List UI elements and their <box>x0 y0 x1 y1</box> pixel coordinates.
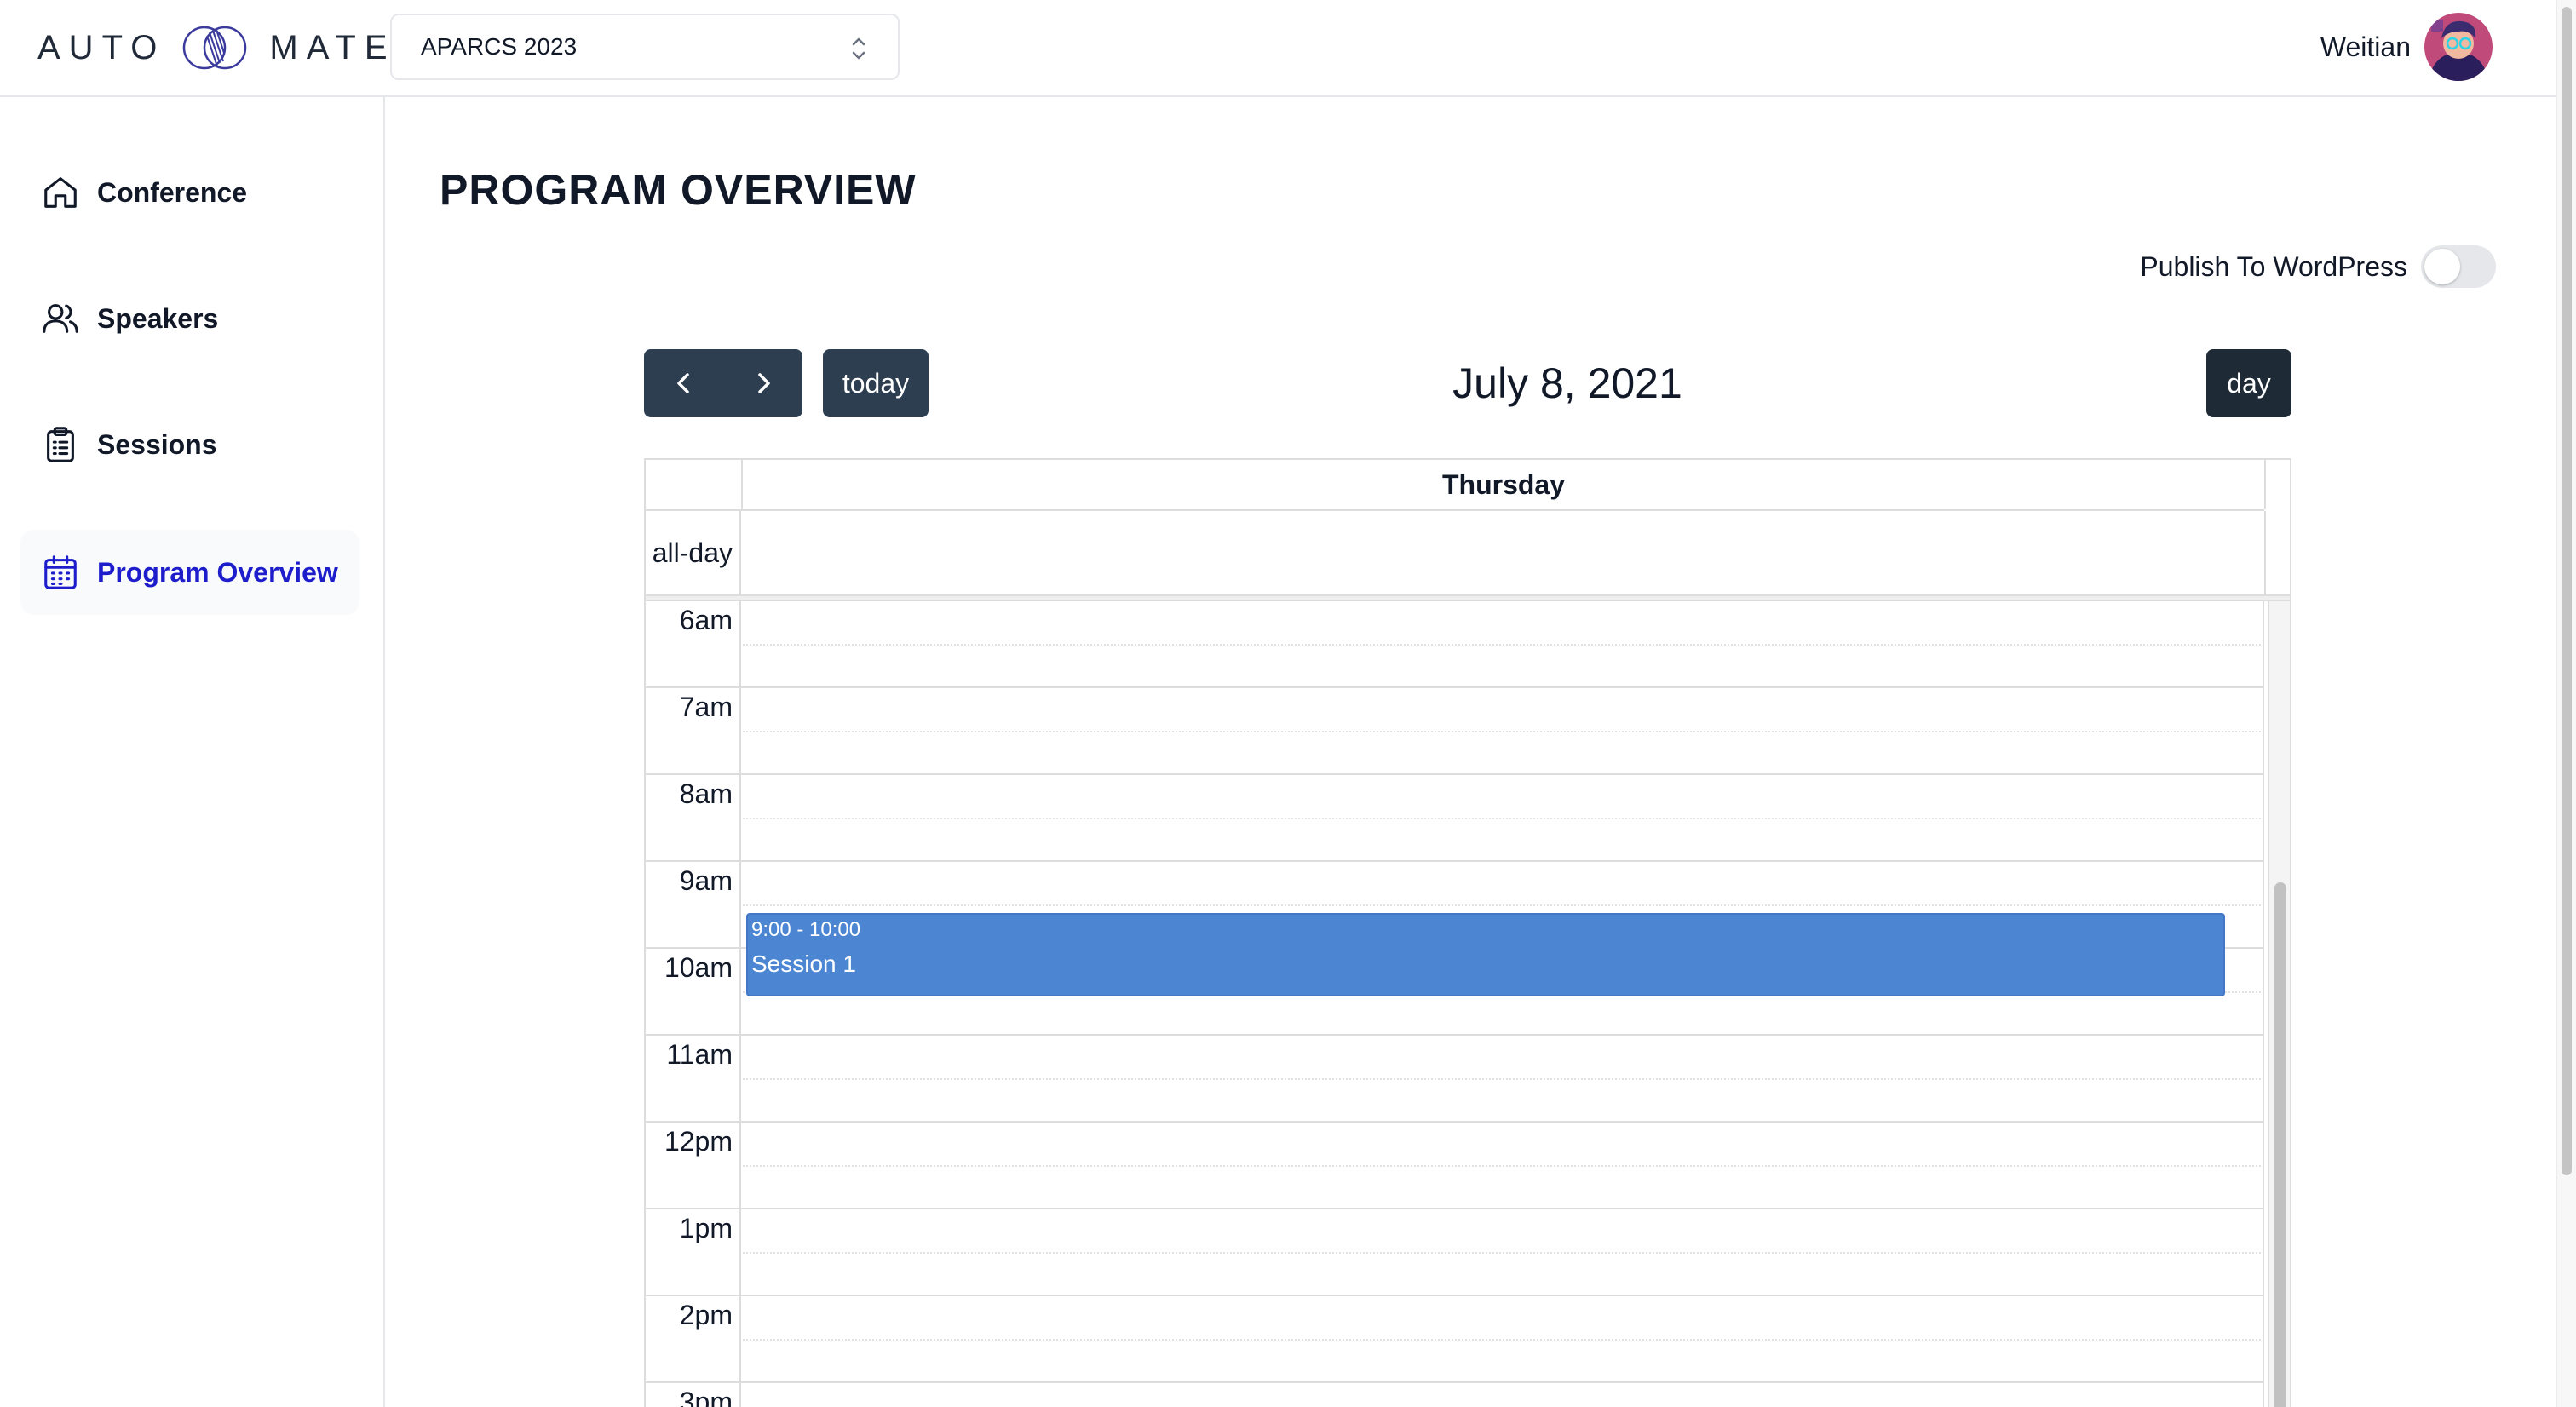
day-column-border <box>2263 1383 2264 1407</box>
time-label: 9am <box>679 865 733 896</box>
time-axis: 8am <box>646 775 741 862</box>
time-axis: 3pm <box>646 1383 741 1407</box>
calendar-date-title: July 8, 2021 <box>1452 359 1682 407</box>
sidebar-item-label: Sessions <box>97 428 217 460</box>
half-hour-line <box>743 818 2264 819</box>
half-hour-line <box>743 1078 2264 1080</box>
logo-text-left: AUTO <box>37 28 166 66</box>
day-column-border <box>2263 949 2264 1036</box>
publish-label: Publish To WordPress <box>2140 250 2407 282</box>
sidebar-item-sessions[interactable]: Sessions <box>20 402 359 487</box>
time-label: 11am <box>666 1039 733 1070</box>
clipboard-icon <box>47 427 74 462</box>
logo-text-right: MATE <box>269 28 396 66</box>
time-slot[interactable]: 2pm <box>646 1296 2264 1383</box>
time-grid: 6am 7am 8am 9am 10am 11am 12pm 1pm 2pm 3… <box>646 601 2264 1407</box>
calendar-scrollbar-thumb[interactable] <box>2274 882 2286 1407</box>
axis-header-cell <box>646 460 743 509</box>
user-menu[interactable]: Weitian <box>2320 12 2493 82</box>
day-column-border <box>2263 1209 2264 1296</box>
app-logo[interactable]: AUTO MATE <box>37 22 396 73</box>
time-label: 1pm <box>679 1213 733 1243</box>
time-axis: 1pm <box>646 1209 741 1296</box>
next-button[interactable] <box>723 349 802 417</box>
today-button[interactable]: today <box>823 349 929 417</box>
all-day-label: all-day <box>646 511 741 594</box>
user-name: Weitian <box>2320 31 2411 62</box>
time-label: 6am <box>679 605 733 635</box>
day-column-border <box>2263 862 2264 949</box>
time-slot[interactable]: 7am <box>646 688 2264 775</box>
sidebar-item-label: Speakers <box>97 302 219 334</box>
half-hour-line <box>743 1252 2264 1254</box>
time-slot[interactable]: 12pm <box>646 1123 2264 1209</box>
sidebar-item-label: Conference <box>97 176 248 208</box>
avatar[interactable] <box>2424 13 2493 81</box>
conference-select[interactable]: APARCS 2023 <box>390 14 900 80</box>
sidebar-item-program-overview[interactable]: Program Overview <box>20 530 359 615</box>
time-axis: 11am <box>646 1036 741 1123</box>
home-icon <box>44 177 77 208</box>
half-hour-line <box>743 904 2264 906</box>
day-column-border <box>2263 775 2264 862</box>
window-scrollbar[interactable] <box>2556 0 2576 1407</box>
prev-button[interactable] <box>644 349 723 417</box>
day-column-border <box>2263 1296 2264 1383</box>
day-view-button[interactable]: day <box>2206 349 2291 417</box>
conference-select-value: APARCS 2023 <box>421 33 578 60</box>
chevron-right-icon <box>757 373 770 393</box>
time-label: 10am <box>664 952 733 983</box>
event-title: Session 1 <box>751 950 856 977</box>
time-label: 12pm <box>664 1126 733 1157</box>
calendar-grid: Thursday all-day 6am 7am 8am 9am 10am 11… <box>644 458 2291 1407</box>
time-slot[interactable]: 6am <box>646 601 2264 688</box>
users-icon <box>43 304 78 333</box>
chevron-up-down-icon <box>852 37 865 60</box>
day-column-header: Thursday <box>743 460 2266 509</box>
toggle-knob <box>2424 249 2460 284</box>
window-scrollbar-thumb[interactable] <box>2562 7 2572 1175</box>
all-day-divider <box>646 594 2290 601</box>
calendar-event[interactable]: 9:00 - 10:00 Session 1 <box>746 913 2225 996</box>
time-label: 2pm <box>679 1300 733 1330</box>
time-slot[interactable]: 11am <box>646 1036 2264 1123</box>
top-bar: AUTO MATE APARCS 2023 Weitian <box>0 0 2556 97</box>
time-slot[interactable]: 1pm <box>646 1209 2264 1296</box>
time-axis: 9am <box>646 862 741 949</box>
half-hour-line <box>743 644 2264 646</box>
time-axis: 7am <box>646 688 741 775</box>
event-time: 9:00 - 10:00 <box>751 918 861 941</box>
page-title: PROGRAM OVERVIEW <box>440 166 917 214</box>
all-day-cell[interactable] <box>743 511 2266 594</box>
day-column-border <box>2263 1123 2264 1209</box>
day-column-border <box>2263 601 2264 688</box>
half-hour-line <box>743 731 2264 732</box>
time-axis: 6am <box>646 601 741 688</box>
day-column-border <box>2263 1036 2264 1123</box>
calendar-nav-group <box>644 349 802 417</box>
sidebar-item-conference[interactable]: Conference <box>20 150 359 235</box>
time-axis: 12pm <box>646 1123 741 1209</box>
calendar-column-header: Thursday <box>646 460 2266 511</box>
chevron-left-icon <box>676 373 689 393</box>
time-axis: 2pm <box>646 1296 741 1383</box>
calendar-scrollbar[interactable] <box>2268 601 2290 1407</box>
sidebar-item-speakers[interactable]: Speakers <box>20 276 359 361</box>
publish-wordpress: Publish To WordPress <box>2140 245 2496 288</box>
publish-toggle[interactable] <box>2421 245 2496 288</box>
sidebar-item-label: Program Overview <box>97 556 338 588</box>
time-label: 7am <box>679 692 733 722</box>
time-label: 8am <box>679 778 733 809</box>
sidebar: Conference Speakers Sessions Program Ove… <box>0 97 385 1407</box>
logo-mark-icon <box>183 26 247 70</box>
time-slot[interactable]: 3pm <box>646 1383 2264 1407</box>
time-slot[interactable]: 8am <box>646 775 2264 862</box>
all-day-row: all-day <box>646 511 2266 594</box>
time-axis: 10am <box>646 949 741 1036</box>
time-label: 3pm <box>679 1387 733 1407</box>
half-hour-line <box>743 1165 2264 1167</box>
day-column-border <box>2263 688 2264 775</box>
calendar-icon <box>44 555 77 589</box>
half-hour-line <box>743 1339 2264 1341</box>
